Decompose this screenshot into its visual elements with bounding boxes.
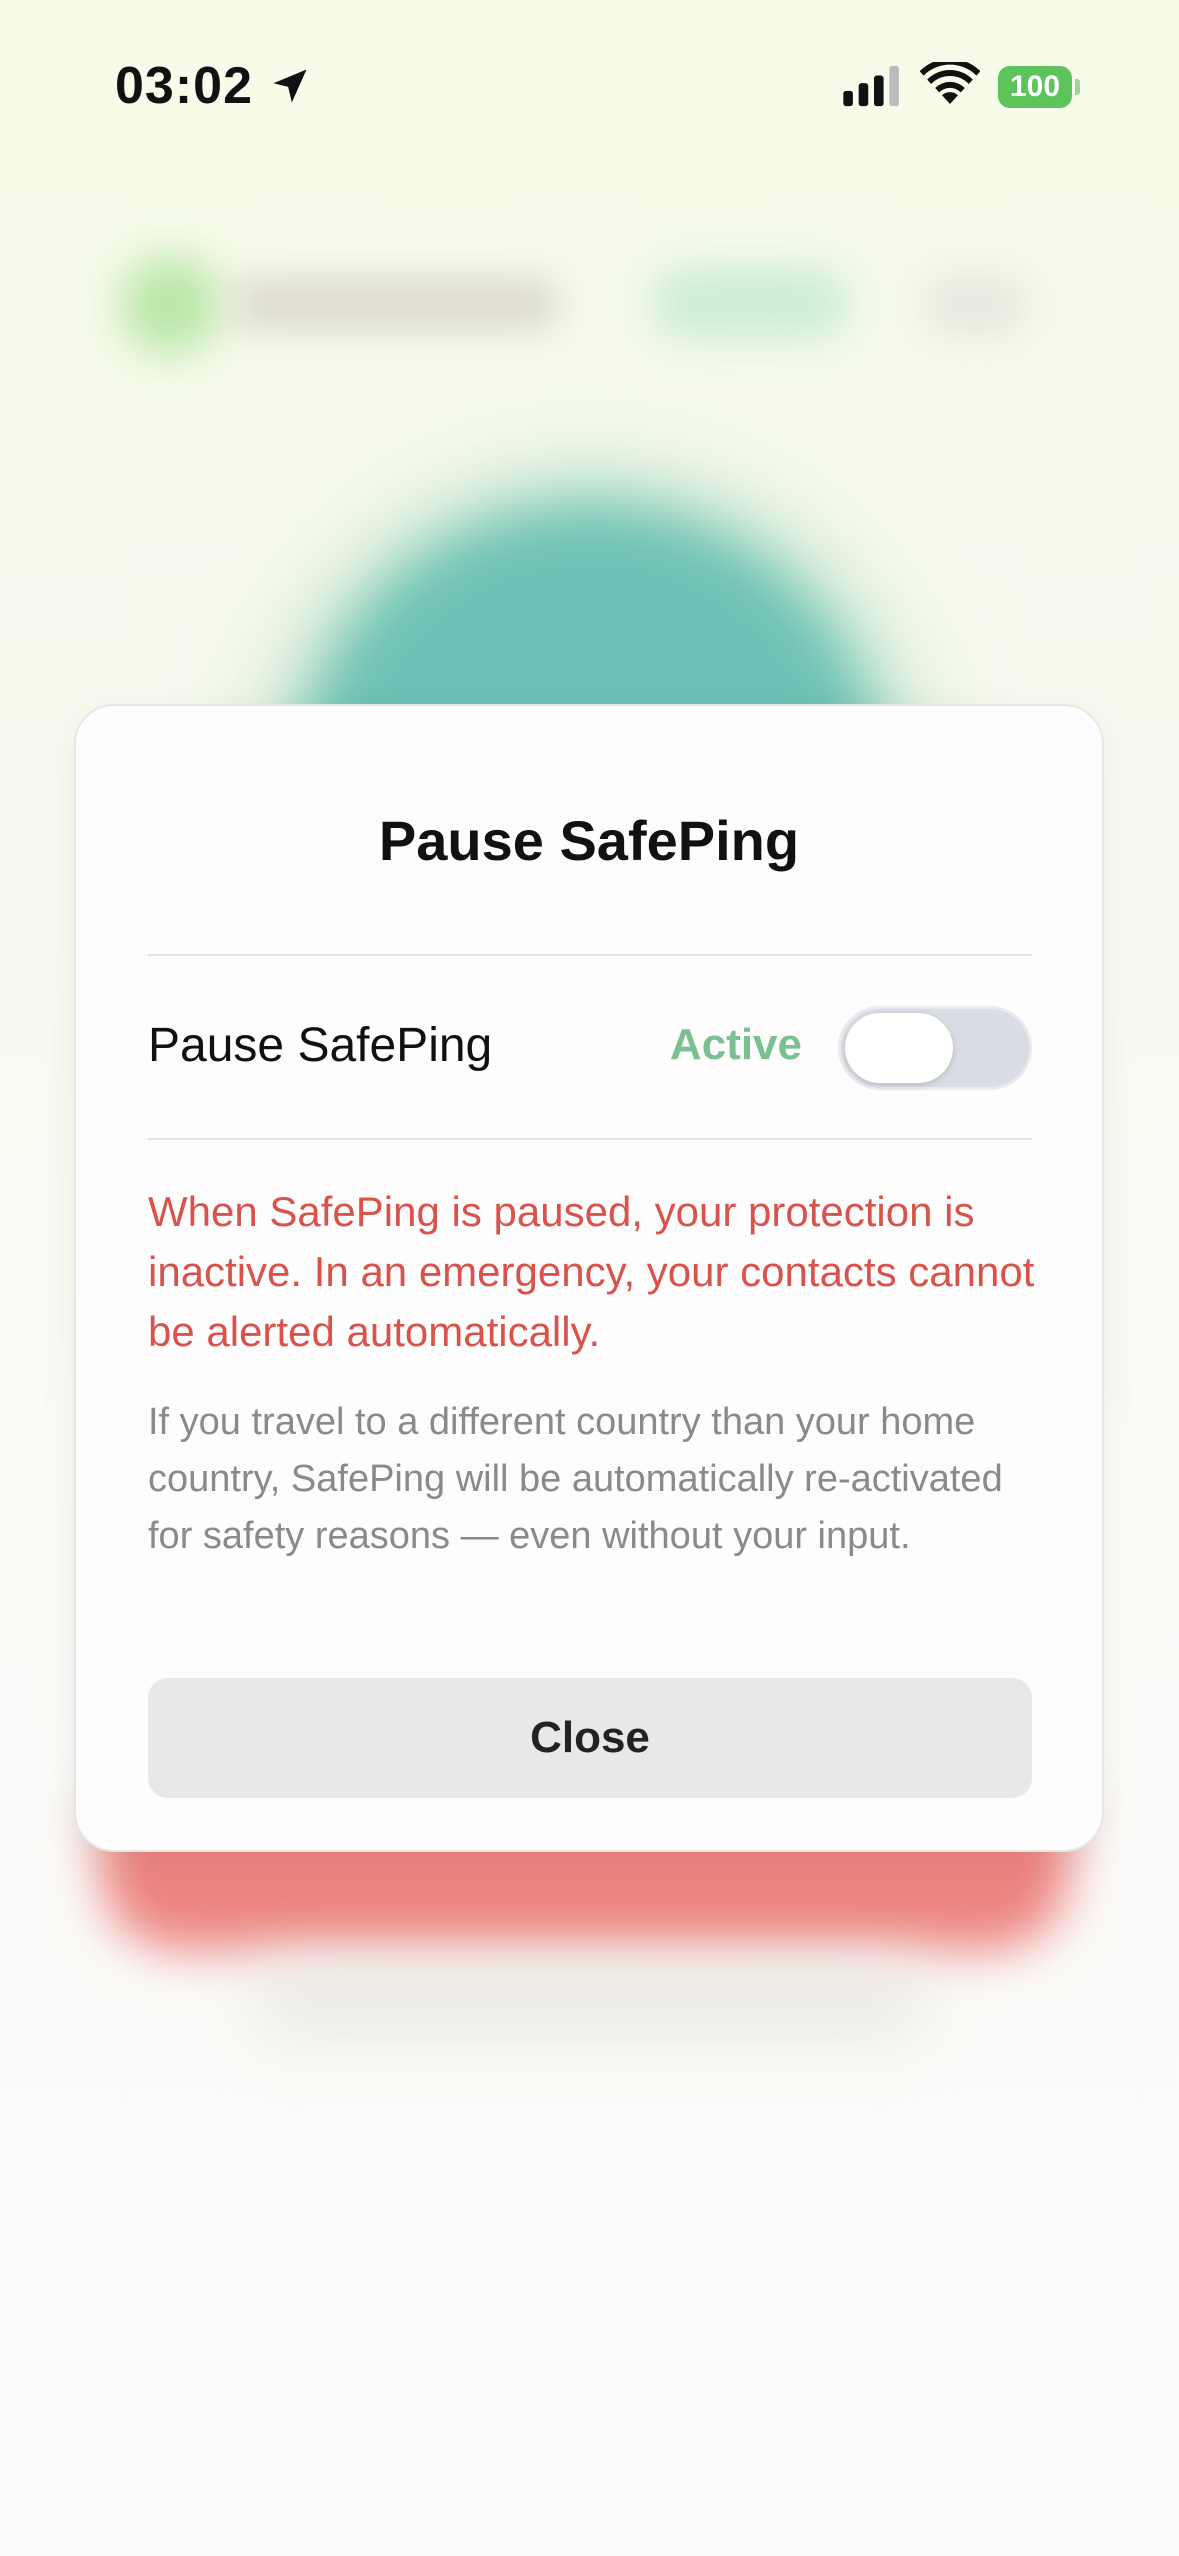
location-arrow-icon xyxy=(273,69,307,103)
background-brand-name xyxy=(230,280,560,328)
travel-reactivation-info: If you travel to a different country tha… xyxy=(148,1401,1003,1557)
background-logo xyxy=(120,255,220,355)
close-button[interactable]: Close xyxy=(148,1678,1032,1798)
pause-safeping-toggle[interactable] xyxy=(838,1006,1032,1090)
background-status-pill xyxy=(650,268,850,338)
status-bar: 03:02 100 xyxy=(0,0,1179,170)
pause-toggle-label: Pause SafePing xyxy=(148,1019,493,1072)
dialog-title: Pause SafePing xyxy=(378,809,800,872)
status-time: 03:02 xyxy=(115,57,253,115)
divider xyxy=(148,954,1032,956)
wifi-icon xyxy=(920,62,980,104)
battery-tip xyxy=(1075,79,1080,95)
background-shadow xyxy=(250,1960,930,2040)
background-menu xyxy=(920,275,1030,335)
pause-safeping-dialog: Pause SafePing Pause SafePing Active Whe… xyxy=(74,704,1104,1852)
battery-icon: 100 xyxy=(998,66,1080,108)
cellular-signal-icon xyxy=(843,65,899,107)
pause-warning-text: When SafePing is paused, your protection… xyxy=(148,1188,1035,1355)
battery-level: 100 xyxy=(998,66,1072,108)
divider xyxy=(148,1138,1032,1140)
toggle-knob xyxy=(845,1013,953,1083)
protection-status-label: Active xyxy=(669,1020,802,1069)
